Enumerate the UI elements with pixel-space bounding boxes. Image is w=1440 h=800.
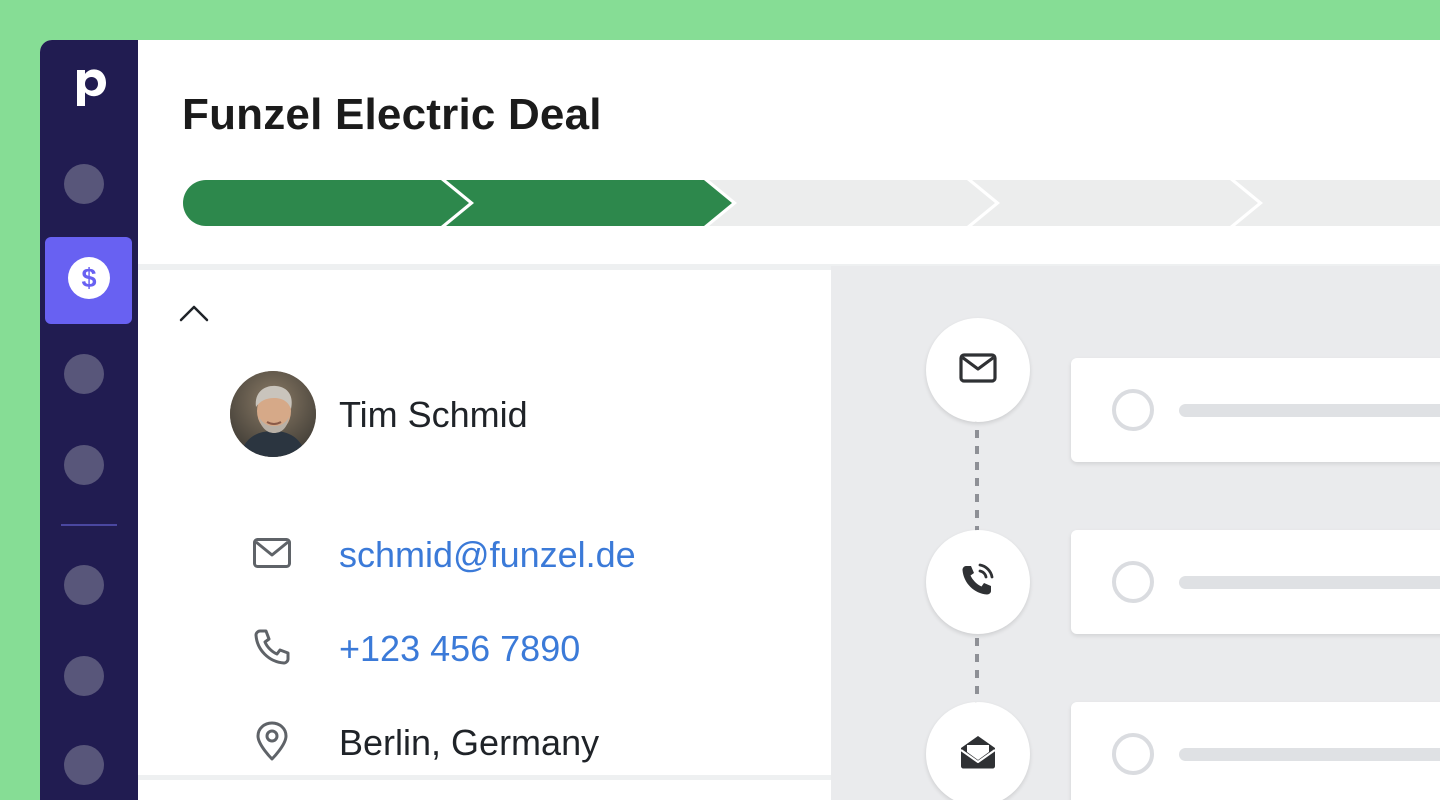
sidebar: $ bbox=[40, 40, 138, 800]
chevron-up-icon bbox=[178, 303, 210, 328]
contact-location: Berlin, Germany bbox=[339, 722, 600, 763]
pipeline-stage-1[interactable] bbox=[183, 180, 469, 226]
sidebar-item-7[interactable] bbox=[64, 745, 104, 785]
contact-name: Tim Schmid bbox=[339, 394, 528, 435]
pipedrive-logo[interactable] bbox=[40, 60, 138, 116]
sidebar-item-3[interactable] bbox=[64, 354, 104, 394]
activity-placeholder-text bbox=[1179, 748, 1440, 761]
sidebar-item-1[interactable] bbox=[64, 164, 104, 204]
pipeline-stage-2[interactable] bbox=[446, 180, 732, 226]
activity-card-1[interactable] bbox=[1071, 358, 1440, 462]
contact-email-link[interactable]: schmid@funzel.de bbox=[339, 534, 636, 576]
pipeline-stage-4[interactable] bbox=[972, 180, 1258, 226]
phone-icon bbox=[250, 625, 294, 669]
panel-divider bbox=[138, 775, 831, 780]
inbox-icon bbox=[959, 734, 997, 775]
dollar-icon: $ bbox=[67, 256, 111, 305]
sidebar-divider bbox=[61, 524, 117, 526]
pipeline-stages bbox=[183, 180, 1440, 226]
contact-phone-link[interactable]: +123 456 7890 bbox=[339, 628, 580, 670]
activity-placeholder-text bbox=[1179, 404, 1440, 417]
activity-type-email[interactable] bbox=[926, 318, 1030, 422]
app-window: $ Funzel Electric Deal Tim Schmid schmid… bbox=[40, 40, 1440, 800]
mail-icon bbox=[250, 531, 294, 575]
contact-avatar[interactable] bbox=[230, 371, 316, 457]
pipeline-stage-3[interactable] bbox=[709, 180, 995, 226]
pipeline-stage-5[interactable] bbox=[1235, 180, 1440, 226]
activity-card-2[interactable] bbox=[1071, 530, 1440, 634]
contact-panel: Tim Schmid schmid@funzel.de +123 456 789… bbox=[138, 270, 831, 800]
activity-timeline bbox=[831, 266, 1440, 800]
activity-checkbox[interactable] bbox=[1112, 389, 1154, 431]
activity-checkbox[interactable] bbox=[1112, 733, 1154, 775]
sidebar-item-6[interactable] bbox=[64, 656, 104, 696]
location-pin-icon bbox=[250, 719, 294, 763]
envelope-icon bbox=[959, 352, 997, 388]
activity-type-inbox[interactable] bbox=[926, 702, 1030, 800]
activity-type-call[interactable] bbox=[926, 530, 1030, 634]
activity-card-3[interactable] bbox=[1071, 702, 1440, 800]
activity-placeholder-text bbox=[1179, 576, 1440, 589]
activity-checkbox[interactable] bbox=[1112, 561, 1154, 603]
sidebar-item-deals[interactable]: $ bbox=[45, 237, 132, 324]
phone-call-icon bbox=[959, 561, 997, 604]
sidebar-item-4[interactable] bbox=[64, 445, 104, 485]
svg-text:$: $ bbox=[81, 263, 96, 293]
deal-title: Funzel Electric Deal bbox=[182, 90, 602, 139]
sidebar-item-5[interactable] bbox=[64, 565, 104, 605]
collapse-button[interactable] bbox=[178, 300, 218, 330]
